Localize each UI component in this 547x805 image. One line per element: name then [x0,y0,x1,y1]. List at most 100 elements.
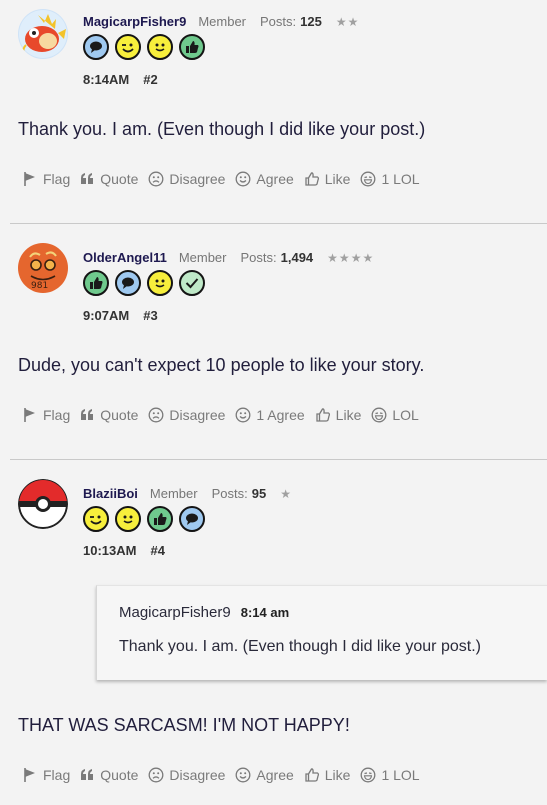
user-role: Member [198,14,247,29]
speech-bubble-icon [83,34,109,60]
flag-label: Flag [43,171,71,187]
smile-outline-icon [235,407,251,423]
post-divider [10,459,547,460]
quote-icon [80,173,95,185]
quote-text: Thank you. I am. (Even though I did like… [119,638,481,655]
username[interactable]: OlderAngel11 [83,250,167,265]
lol-button[interactable]: 1 LOL [360,767,420,783]
quote-button[interactable]: Quote [80,407,138,423]
wink-icon [83,506,109,532]
like-button[interactable]: Like [315,407,361,423]
flag-button[interactable]: Flag [22,767,70,783]
quote-author[interactable]: MagicarpFisher9 [119,604,231,621]
disagree-label: Disagree [169,767,226,783]
disagree-button[interactable]: Disagree [148,407,225,423]
post-divider [10,223,547,224]
laugh-icon [371,407,387,423]
disagree-label: Disagree [169,171,226,187]
lol-label: 1 LOL [381,767,420,783]
laugh-icon [360,767,376,783]
posts-count: 1,494 [280,250,314,265]
flag-icon [22,407,38,423]
speech-bubble-icon [179,506,205,532]
like-label: Like [324,171,351,187]
badge-row [83,34,205,60]
quote-label: Quote [100,767,139,783]
checkmark-icon [179,270,205,296]
agree-label: Agree [256,171,294,187]
quote-time[interactable]: 8:14 am [241,605,289,620]
lol-button[interactable]: LOL [371,407,419,423]
disagree-button[interactable]: Disagree [148,171,225,187]
agree-label: 1 Agree [256,407,305,423]
orange-doodle-avatar[interactable]: 981 [18,243,68,293]
post-number[interactable]: #2 [143,72,157,87]
posts-count: 125 [300,14,322,29]
username[interactable]: BlaziiBoi [83,486,138,501]
user-role: Member [149,486,198,501]
agree-button[interactable]: Agree [235,767,294,783]
post-time[interactable]: 10:13AM [83,543,136,558]
posts-label: Posts: [240,250,277,265]
thumbs-up-outline-icon [304,767,320,783]
flag-label: Flag [43,767,71,783]
quote-label: Quote [100,171,139,187]
post-message: Thank you. I am. (Even though I did like… [18,119,426,139]
frown-icon [148,407,164,423]
like-button[interactable]: Like [304,767,351,783]
disagree-label: Disagree [169,407,226,423]
frown-icon [148,767,164,783]
disagree-button[interactable]: Disagree [148,767,225,783]
badge-row [83,270,205,296]
speech-bubble-icon [115,270,141,296]
agree-button[interactable]: Agree [235,171,294,187]
thumbs-up-outline-icon [304,171,320,187]
flag-icon [22,767,38,783]
user-role: Member [178,250,227,265]
post-time[interactable]: 8:14AM [83,72,129,87]
svg-text:981: 981 [31,281,48,291]
quote-icon [80,409,95,421]
thumbs-up-outline-icon [315,407,331,423]
post-number[interactable]: #3 [143,308,157,323]
quote-block: MagicarpFisher9 8:14 am Thank you. I am.… [96,585,547,680]
rank-stars: ★★ [335,15,360,29]
agree-button[interactable]: 1 Agree [235,407,305,423]
posts-label: Posts: [211,486,248,501]
lol-button[interactable]: 1 LOL [360,171,420,187]
thumbs-up-icon [147,506,173,532]
wink-icon [115,34,141,60]
flag-button[interactable]: Flag [22,171,70,187]
quote-button[interactable]: Quote [80,171,138,187]
post-time[interactable]: 9:07AM [83,308,129,323]
posts-label: Posts: [260,14,297,29]
smile-icon [147,34,173,60]
post-message: THAT WAS SARCASM! I'M NOT HAPPY! [18,715,350,735]
thumbs-up-icon [179,34,205,60]
frown-icon [148,171,164,187]
username[interactable]: MagicarpFisher9 [83,14,186,29]
smile-icon [147,270,173,296]
smile-outline-icon [235,171,251,187]
flag-button[interactable]: Flag [22,407,70,423]
like-label: Like [324,767,351,783]
flag-icon [22,171,38,187]
agree-label: Agree [256,767,294,783]
pokeball-avatar[interactable] [18,479,68,529]
magikarp-avatar[interactable] [18,9,68,59]
badge-row [83,506,205,532]
rank-stars: ★ [280,487,292,501]
post-message: Dude, you can't expect 10 people to like… [18,355,425,375]
rank-stars: ★★★★ [327,251,375,265]
quote-button[interactable]: Quote [80,767,138,783]
quote-icon [80,769,95,781]
quote-label: Quote [100,407,139,423]
smile-outline-icon [235,767,251,783]
smile-icon [115,506,141,532]
post-number[interactable]: #4 [150,543,164,558]
like-button[interactable]: Like [304,171,351,187]
flag-label: Flag [43,407,71,423]
posts-count: 95 [251,486,267,501]
thumbs-up-icon [83,270,109,296]
lol-label: LOL [392,407,419,423]
